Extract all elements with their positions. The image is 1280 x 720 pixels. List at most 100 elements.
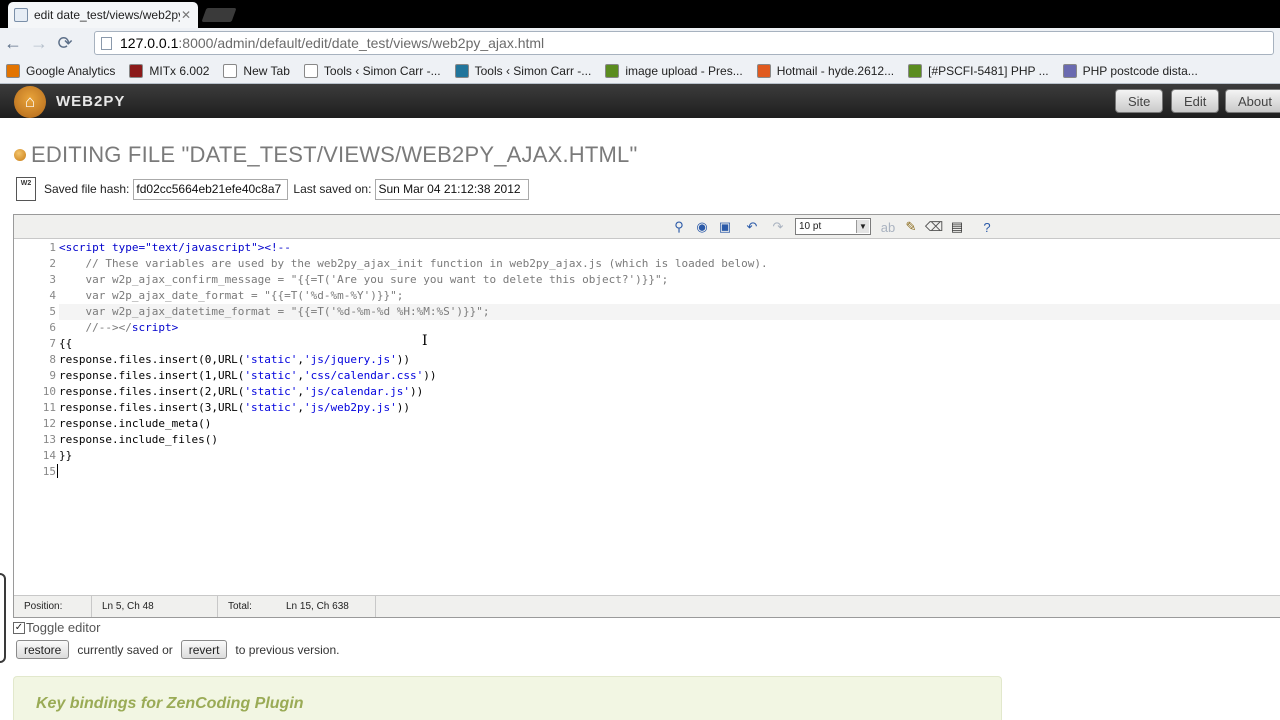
code-line[interactable]: <script type="text/javascript"><!-- <box>59 240 1280 256</box>
font-size-select[interactable]: 10 pt ▼ <box>795 218 871 235</box>
address-bar[interactable]: 127.0.0.1:8000/admin/default/edit/date_t… <box>94 31 1274 55</box>
bookmark-label: [#PSCFI-5481] PHP ... <box>928 63 1049 78</box>
code-line[interactable]: response.files.insert(3,URL('static','js… <box>59 400 1280 416</box>
code-token: )) <box>396 401 411 414</box>
position-value: Ln 5, Ch 48 <box>92 596 218 617</box>
code-lines[interactable]: <script type="text/javascript"><!-- // T… <box>59 240 1280 480</box>
highlight-icon[interactable]: ✎ <box>903 219 919 235</box>
code-line[interactable]: response.files.insert(2,URL('static','js… <box>59 384 1280 400</box>
home-icon[interactable]: ⌂ <box>14 86 46 118</box>
bullet-icon <box>14 149 26 161</box>
code-token: 'static' <box>244 369 298 382</box>
hash-field[interactable] <box>133 178 289 200</box>
line-number: 7 <box>49 337 56 350</box>
revert-button[interactable]: revert <box>180 640 228 659</box>
code-token: ><!-- <box>257 241 291 254</box>
tab-title: edit date_test/views/web2py_ajax.html <box>34 8 180 22</box>
code-line[interactable]: response.files.insert(1,URL('static','cs… <box>59 368 1280 384</box>
bookmark-item[interactable]: New Tab <box>223 63 290 78</box>
code-line[interactable]: // These variables are used by the web2p… <box>59 256 1280 272</box>
new-tab-button[interactable] <box>201 8 237 22</box>
window-edge <box>0 573 6 663</box>
code-line[interactable]: var w2p_ajax_confirm_message = "{{=T('Ar… <box>59 272 1280 288</box>
site-button[interactable]: Site <box>1115 89 1164 113</box>
undo-icon[interactable]: ↶ <box>744 219 760 235</box>
code-token: var w2p_ajax_date_format = "{{=T('%d-%m-… <box>59 289 404 302</box>
edit-button[interactable]: Edit <box>1171 89 1220 113</box>
code-token: <script <box>59 241 112 254</box>
code-line[interactable]: var w2p_ajax_datetime_format = "{{=T('%d… <box>59 304 1280 320</box>
url-host: 127.0.0.1 <box>120 35 179 51</box>
key-bindings-title: Key bindings for ZenCoding Plugin <box>36 695 304 712</box>
reload-icon[interactable]: ⟳ <box>52 30 78 56</box>
close-icon[interactable]: ✕ <box>180 8 192 22</box>
page-favicon-icon <box>14 8 28 22</box>
code-line[interactable]: }} <box>59 448 1280 464</box>
toggle-view-icon[interactable]: ▤ <box>949 219 965 235</box>
last-saved-field[interactable] <box>375 178 530 200</box>
code-line[interactable]: response.include_meta() <box>59 416 1280 432</box>
go-to-line-icon[interactable]: ◉ <box>694 219 710 235</box>
bookmark-item[interactable]: PHP postcode dista... <box>1062 63 1198 78</box>
code-line[interactable]: response.files.insert(0,URL('static','js… <box>59 352 1280 368</box>
bookmark-label: Hotmail - hyde.2612... <box>776 63 895 78</box>
web2py-header: ⌂ WEB2PY Site Edit About <box>0 84 1280 118</box>
code-token: response.include_meta() <box>59 417 212 430</box>
web2py-logo: WEB2PY <box>56 93 126 110</box>
bookmark-item[interactable]: Google Analytics <box>6 63 115 78</box>
bookmark-item[interactable]: MITx 6.002 <box>129 63 209 78</box>
code-token: > <box>171 321 179 334</box>
about-button[interactable]: About <box>1225 89 1280 113</box>
leaf-icon <box>605 63 620 78</box>
search-icon[interactable]: ⚲ <box>671 219 687 235</box>
total-value: Ln 15, Ch 638 <box>276 596 376 617</box>
bookmark-item[interactable]: Hotmail - hyde.2612... <box>756 63 895 78</box>
browser-tab-active[interactable]: edit date_test/views/web2py_ajax.html ✕ <box>8 2 198 28</box>
fullscreen-icon[interactable]: ▣ <box>717 219 733 235</box>
line-number: 14 <box>42 449 56 462</box>
page-icon <box>223 63 238 78</box>
editor-toolbar: ⚲ ◉ ▣ ↶ ↷ 10 pt ▼ ab ✎ ⌫ ▤ ? <box>14 215 1280 239</box>
redo-icon[interactable]: ↷ <box>770 219 786 235</box>
code-token: response.include_files() <box>59 433 218 446</box>
code-area[interactable]: 1 2 3 4 5 6 7 8 9 10 11 12 13 14 15 <script type="text… <box>14 239 1280 595</box>
help-icon[interactable]: ? <box>979 219 995 235</box>
code-token: // These variables are used by the web2p… <box>59 257 768 270</box>
code-token: 'static' <box>244 385 298 398</box>
code-line[interactable]: {{ <box>59 336 1280 352</box>
position-label: Position: <box>14 596 92 617</box>
line-number: 11 <box>42 401 56 414</box>
page-title-text: EDITING FILE "DATE_TEST/VIEWS/WEB2PY_AJA… <box>31 142 638 167</box>
chevron-down-icon: ▼ <box>856 220 869 233</box>
bookmark-item[interactable]: Tools ‹ Simon Carr -... <box>303 63 441 78</box>
file-icon: W2 <box>16 177 36 201</box>
code-token: 'css/calendar.css' <box>304 369 424 382</box>
mitx-icon <box>129 63 144 78</box>
bookmark-label: Tools ‹ Simon Carr -... <box>474 63 592 78</box>
page-title: EDITING FILE "DATE_TEST/VIEWS/WEB2PY_AJA… <box>14 142 638 168</box>
toggle-editor-label[interactable]: Toggle editor <box>26 620 100 635</box>
bookmark-item[interactable]: Tools ‹ Simon Carr -... <box>454 63 592 78</box>
leaf-icon <box>908 63 923 78</box>
code-token: 'static' <box>244 353 298 366</box>
spellcheck-icon[interactable]: ab <box>880 219 896 235</box>
line-number: 1 <box>49 241 56 254</box>
line-number: 6 <box>49 321 56 334</box>
back-arrow-icon[interactable]: ← <box>0 30 26 56</box>
hotmail-icon <box>756 63 771 78</box>
forward-arrow-icon[interactable]: → <box>26 30 52 56</box>
bookmark-item[interactable]: [#PSCFI-5481] PHP ... <box>908 63 1049 78</box>
line-number: 15 <box>42 465 56 478</box>
bookmark-item[interactable]: image upload - Pres... <box>605 63 743 78</box>
code-line[interactable]: //--></script> <box>59 320 1280 336</box>
restore-button[interactable]: restore <box>16 640 70 659</box>
line-number: 3 <box>49 273 56 286</box>
page-icon <box>101 36 112 50</box>
toggle-editor-checkbox[interactable]: ✓ <box>13 621 25 634</box>
code-line[interactable] <box>59 464 1280 480</box>
total-label: Total: <box>228 601 252 612</box>
code-line[interactable]: var w2p_ajax_date_format = "{{=T('%d-%m-… <box>59 288 1280 304</box>
hash-label: Saved file hash: <box>44 182 130 196</box>
eraser-icon[interactable]: ⌫ <box>925 219 943 235</box>
code-line[interactable]: response.include_files() <box>59 432 1280 448</box>
